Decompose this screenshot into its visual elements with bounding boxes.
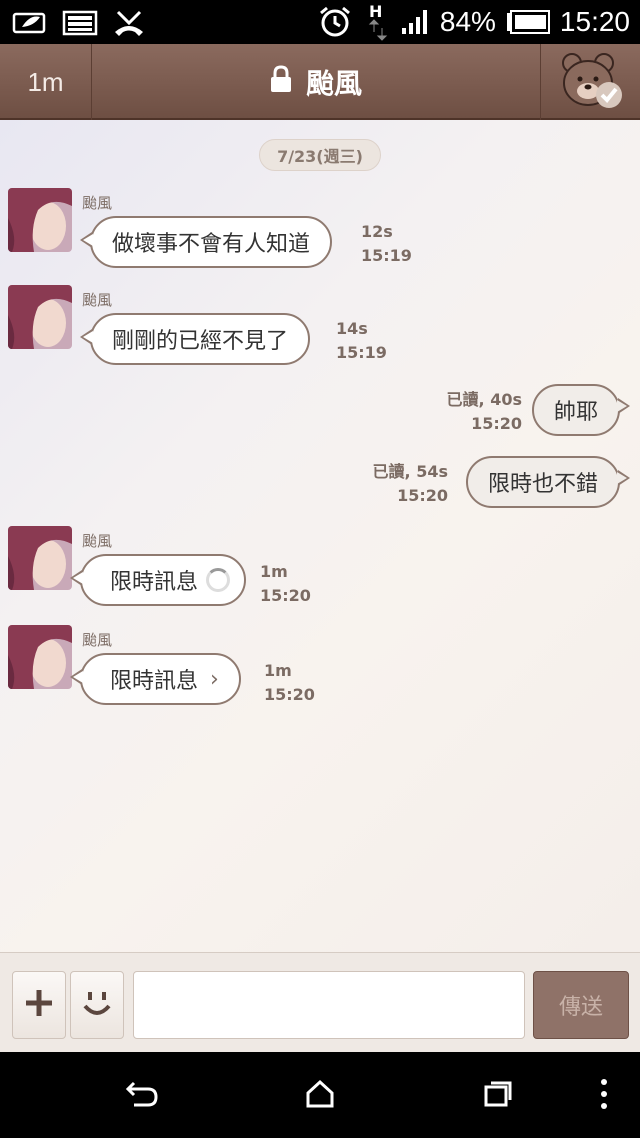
message-bubble[interactable]: 做壞事不會有人知道 [79, 216, 333, 268]
battery-icon [506, 10, 550, 34]
timed-message-bubble[interactable]: 限時訊息 [69, 554, 247, 606]
message-time: 15:20 [260, 586, 311, 605]
back-icon [124, 1079, 160, 1113]
send-label: 傳送 [558, 995, 603, 1020]
loading-spinner-icon [206, 568, 231, 592]
message-text: 剛剛的已經不見了 [112, 329, 289, 354]
message-ttl: 12s [361, 222, 393, 241]
message-meta: 1m 15:20 [264, 659, 315, 707]
message-time: 15:19 [361, 246, 412, 265]
message-ttl: 14s [336, 319, 368, 338]
message-text: 限時訊息 [110, 669, 199, 694]
smiley-icon [80, 986, 114, 1024]
chat-title-text: 颱風 [305, 67, 362, 100]
message-input[interactable] [133, 971, 525, 1039]
menu-button[interactable] [582, 1074, 626, 1118]
sticker-button[interactable] [540, 44, 640, 120]
home-icon [305, 1079, 335, 1113]
svg-text:H: H [369, 2, 382, 21]
sender-name: 颱風 [82, 631, 113, 649]
avatar[interactable] [8, 285, 72, 349]
message-time: 15:19 [336, 343, 387, 362]
message-bubble[interactable]: 限時也不錯 [465, 456, 631, 508]
chat-title: 颱風 [92, 44, 540, 120]
message-meta: 已讀, 40s 15:20 [447, 388, 522, 436]
navigation-bar [0, 1052, 640, 1138]
message-time: 15:20 [471, 414, 522, 433]
signal-icon [400, 8, 430, 36]
message-meta: 已讀, 54s 15:20 [373, 460, 448, 508]
input-bar: 傳送 [0, 952, 640, 1052]
message-ttl: 1m [260, 562, 288, 581]
missed-call-icon [112, 6, 146, 40]
sender-name: 颱風 [82, 291, 113, 309]
sender-name: 颱風 [82, 532, 113, 550]
menu-icon [599, 1078, 609, 1114]
plus-icon [23, 987, 55, 1023]
message-meta: 14s 15:19 [336, 317, 387, 365]
back-button[interactable] [120, 1074, 164, 1118]
emoji-button[interactable] [70, 971, 124, 1039]
leaf-notification-icon [10, 8, 48, 38]
timed-message-bubble[interactable]: 限時訊息 › [70, 653, 241, 705]
send-button[interactable]: 傳送 [533, 971, 629, 1039]
message-ttl: 1m [264, 661, 292, 680]
image-notification-icon [62, 8, 98, 38]
bear-check-icon [558, 51, 624, 113]
message-time: 15:20 [397, 486, 448, 505]
message-read-status: 已讀, 54s [372, 462, 448, 481]
avatar[interactable] [8, 188, 72, 252]
network-arrows-icon: H [362, 2, 390, 42]
sender-name: 颱風 [82, 194, 113, 212]
message-meta: 1m 15:20 [260, 560, 311, 608]
recent-apps-button[interactable] [476, 1074, 520, 1118]
alarm-icon [318, 5, 352, 39]
status-time: 15:20 [559, 6, 630, 37]
status-bar: H 84% 15:20 [0, 0, 640, 44]
lock-icon [270, 64, 292, 100]
add-button[interactable] [12, 971, 66, 1039]
timer-button[interactable]: 1m [0, 44, 92, 120]
message-bubble[interactable]: 帥耶 [531, 384, 631, 436]
chat-header: 1m 颱風 [0, 44, 640, 120]
message-read-status: 已讀, 40s [446, 390, 522, 409]
battery-percent: 84% [439, 6, 496, 37]
message-text: 帥耶 [553, 400, 598, 425]
message-text: 做壞事不會有人知道 [112, 232, 311, 257]
chevron-right-icon: › [210, 666, 219, 692]
avatar[interactable] [8, 526, 72, 590]
message-text: 限時也不錯 [487, 472, 598, 497]
date-divider: 7/23(週三) [259, 139, 381, 171]
recent-apps-icon [482, 1079, 514, 1113]
message-meta: 12s 15:19 [361, 220, 412, 268]
avatar[interactable] [8, 625, 72, 689]
timer-label: 1m [27, 66, 64, 97]
message-time: 15:20 [264, 685, 315, 704]
chat-area[interactable]: 7/23(週三) 颱風 做壞事不會有人知道 12s 15:19 颱風 剛剛的已經… [0, 120, 640, 952]
home-button[interactable] [298, 1074, 342, 1118]
message-bubble[interactable]: 剛剛的已經不見了 [79, 313, 311, 365]
message-text: 限時訊息 [110, 570, 199, 595]
